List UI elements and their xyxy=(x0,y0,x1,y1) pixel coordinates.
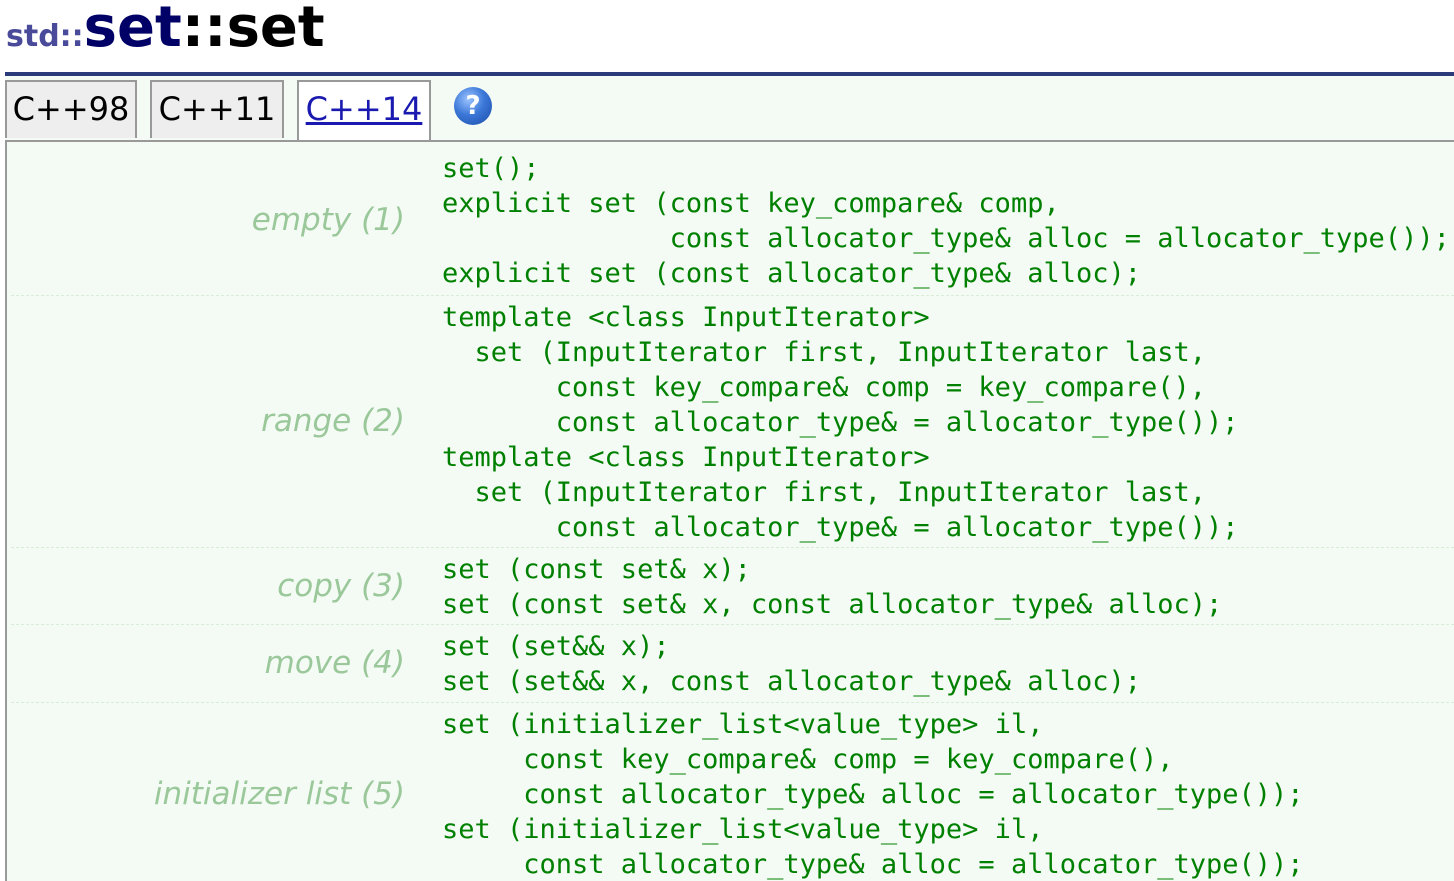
page-title: std::set::set xyxy=(6,0,325,64)
overload-label: move (4) xyxy=(264,645,405,681)
tab-cpp14[interactable]: C++14 xyxy=(297,80,431,142)
overload-code: set (set&& x); set (set&& x, const alloc… xyxy=(442,631,1141,697)
overload-code: template <class InputIterator> set (Inpu… xyxy=(442,302,1239,543)
overload-row-range: range (2) template <class InputIterator>… xyxy=(11,295,1454,547)
overload-row-empty: empty (1) set(); explicit set (const key… xyxy=(11,142,1454,295)
overload-row-copy: copy (3) set (const set& x); set (const … xyxy=(11,547,1454,624)
title-namespace: std:: xyxy=(6,19,84,54)
overload-label: initializer list (5) xyxy=(153,776,405,812)
overload-row-initializer-list: initializer list (5) set (initializer_li… xyxy=(11,702,1454,881)
syntax-panel: empty (1) set(); explicit set (const key… xyxy=(5,140,1454,881)
overload-code: set (const set& x); set (const set& x, c… xyxy=(442,554,1223,620)
overload-code: set(); explicit set (const key_compare& … xyxy=(442,153,1450,289)
overload-label: copy (3) xyxy=(277,568,405,604)
title-separator: :: xyxy=(181,0,227,60)
tab-cpp11[interactable]: C++11 xyxy=(150,80,284,138)
version-tab-bar: C++98 C++11 C++14 ? xyxy=(5,76,1454,142)
tab-cpp98[interactable]: C++98 xyxy=(5,80,137,138)
overload-label: empty (1) xyxy=(251,202,405,238)
overload-row-move: move (4) set (set&& x); set (set&& x, co… xyxy=(11,624,1454,702)
help-icon[interactable]: ? xyxy=(454,87,492,125)
overload-code: set (initializer_list<value_type> il, co… xyxy=(442,709,1304,880)
overload-label: range (2) xyxy=(261,403,405,439)
title-class-name: set xyxy=(83,0,182,60)
title-function-name: set xyxy=(226,0,325,60)
